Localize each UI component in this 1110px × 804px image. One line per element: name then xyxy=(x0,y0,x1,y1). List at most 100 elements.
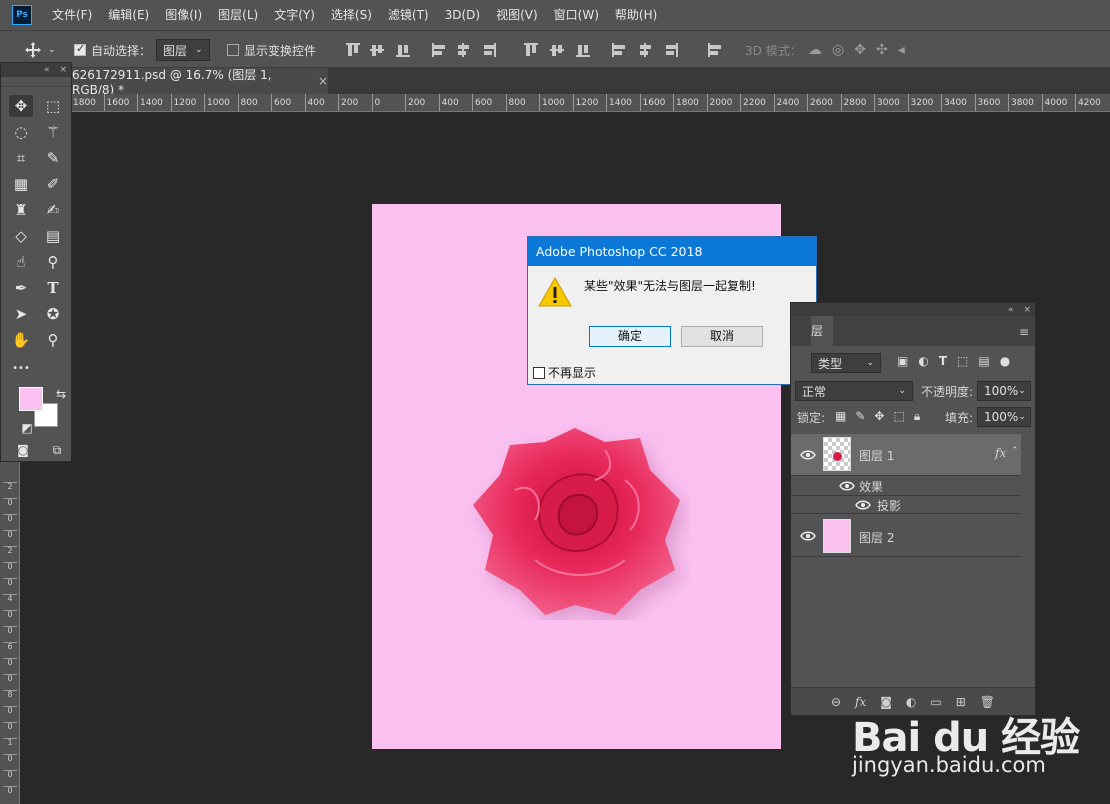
dont-show-again-checkbox[interactable]: 不再显示 xyxy=(533,364,596,381)
eyedropper-tool-icon[interactable]: ✎ xyxy=(41,147,65,169)
menu-item[interactable]: 文件(F) xyxy=(44,0,100,30)
marquee-tool-icon[interactable]: ⬚ xyxy=(41,95,65,117)
move-tool-icon[interactable]: ✥ xyxy=(9,95,33,117)
ok-button[interactable]: 确定 xyxy=(589,326,671,347)
tab-layers[interactable]: 层 xyxy=(811,316,833,346)
lock-image-icon[interactable]: ✎ xyxy=(855,409,865,424)
hand-tool-icon[interactable]: ✋ xyxy=(9,329,33,351)
eye-icon[interactable] xyxy=(800,531,816,541)
history-brush-tool-icon[interactable]: ✍ xyxy=(41,199,65,221)
menu-item[interactable]: 选择(S) xyxy=(323,0,380,30)
menu-item[interactable]: 帮助(H) xyxy=(607,0,665,30)
menu-item[interactable]: 编辑(E) xyxy=(100,0,157,30)
effects-row[interactable]: 效果 xyxy=(791,476,1021,496)
layer-fx-icon[interactable]: fx xyxy=(995,446,1006,460)
pen-tool-icon[interactable]: ✒ xyxy=(9,277,33,299)
document-tab[interactable]: 626172911.psd @ 16.7% (图层 1, RGB/8) * × xyxy=(60,68,328,97)
auto-select-checkbox[interactable]: 自动选择： xyxy=(74,31,151,69)
foreground-color-swatch[interactable] xyxy=(19,387,43,411)
align-top-icon[interactable] xyxy=(346,43,360,57)
align-bottom-icon[interactable] xyxy=(396,43,410,57)
align-hcenter-icon[interactable] xyxy=(456,43,470,57)
3d-pan-icon[interactable]: ✥ xyxy=(854,42,866,58)
fill-value: 100% xyxy=(984,410,1019,424)
warning-dialog: Adobe Photoshop CC 2018 某些"效果"无法与图层一起复制!… xyxy=(527,236,817,385)
close-tab-icon[interactable]: × xyxy=(318,74,328,88)
opacity-input[interactable]: 100% ⌄ xyxy=(977,381,1031,401)
menu-item[interactable]: 文字(Y) xyxy=(266,0,323,30)
auto-select-target-dropdown[interactable]: 图层 ⌄ xyxy=(156,39,210,61)
layer-row[interactable]: 图层 1 fx ⌃ xyxy=(791,434,1021,476)
distribute-top-icon[interactable] xyxy=(524,43,538,57)
magic-wand-tool-icon[interactable]: ⚚ xyxy=(41,121,65,143)
gradient-tool-icon[interactable]: ▤ xyxy=(41,225,65,247)
collapse-effects-icon[interactable]: ⌃ xyxy=(1011,446,1019,456)
menu-item[interactable]: 3D(D) xyxy=(437,0,488,30)
effect-row[interactable]: 投影 xyxy=(791,496,1021,514)
menu-item[interactable]: 视图(V) xyxy=(488,0,546,30)
menu-item[interactable]: 窗口(W) xyxy=(546,0,607,30)
menu-item[interactable]: 滤镜(T) xyxy=(380,0,437,30)
panel-menu-icon[interactable]: ≡ xyxy=(1019,325,1029,339)
collapse-icon[interactable]: « xyxy=(44,65,50,75)
collapse-icon[interactable]: « xyxy=(1008,305,1014,315)
layer-row[interactable]: 图层 2 xyxy=(791,515,1021,557)
blend-mode-dropdown[interactable]: 正常 ⌄ xyxy=(795,381,913,401)
smudge-tool-icon[interactable]: ☝ xyxy=(9,251,33,273)
eye-icon[interactable] xyxy=(855,500,871,510)
distribute-left-icon[interactable] xyxy=(612,43,626,57)
shape-filter-icon[interactable]: ⬚ xyxy=(957,354,968,368)
default-colors-icon[interactable]: ◩ xyxy=(15,417,39,439)
filter-toggle-icon[interactable]: ● xyxy=(1000,354,1010,368)
close-icon[interactable]: × xyxy=(59,65,67,75)
eye-icon[interactable] xyxy=(800,450,816,460)
3d-scale-icon[interactable]: ◂ xyxy=(898,42,905,58)
lock-transparent-icon[interactable]: ▦ xyxy=(835,409,846,424)
align-right-icon[interactable] xyxy=(482,43,496,57)
frame-tool-icon[interactable]: ▦ xyxy=(9,173,33,195)
3d-slide-icon[interactable]: ✣ xyxy=(876,42,888,58)
zoom-tool-icon[interactable]: ⚲ xyxy=(41,329,65,351)
eraser-tool-icon[interactable]: ◇ xyxy=(9,225,33,247)
distribute-bottom-icon[interactable] xyxy=(576,43,590,57)
dodge-tool-icon[interactable]: ⚲ xyxy=(41,251,65,273)
more-tools-icon[interactable]: ••• xyxy=(9,357,33,379)
menu-item[interactable]: 图层(L) xyxy=(210,0,266,30)
shape-tool-icon[interactable]: ✪ xyxy=(41,303,65,325)
distribute-vcenter-icon[interactable] xyxy=(550,43,564,57)
link-layers-icon[interactable]: ⊖ xyxy=(831,695,841,709)
eye-icon[interactable] xyxy=(839,481,855,491)
cancel-button[interactable]: 取消 xyxy=(681,326,763,347)
align-left-icon[interactable] xyxy=(432,43,446,57)
crop-tool-icon[interactable]: ⌗ xyxy=(9,147,33,169)
stamp-tool-icon[interactable]: ♜ xyxy=(9,199,33,221)
close-icon[interactable]: × xyxy=(1023,305,1031,315)
3d-roll-icon[interactable]: ◎ xyxy=(832,42,844,58)
type-filter-icon[interactable]: T xyxy=(939,354,947,368)
show-transform-controls-checkbox[interactable]: 显示变换控件 xyxy=(227,31,316,69)
align-vcenter-icon[interactable] xyxy=(370,43,384,57)
fill-input[interactable]: 100% ⌄ xyxy=(977,407,1031,427)
ruler-tick: 3600 xyxy=(974,94,1000,111)
smart-object-filter-icon[interactable]: ▤ xyxy=(978,354,989,368)
adjustment-filter-icon[interactable]: ◐ xyxy=(918,354,928,368)
type-tool-icon[interactable]: T xyxy=(41,277,65,299)
layer-filter-dropdown[interactable]: 类型 ⌄ xyxy=(811,353,881,373)
brush-tool-icon[interactable]: ✐ xyxy=(41,173,65,195)
distribute-right-icon[interactable] xyxy=(664,43,678,57)
menu-item[interactable]: 图像(I) xyxy=(157,0,210,30)
lock-all-icon[interactable]: 🔒︎ xyxy=(914,409,920,424)
pixel-filter-icon[interactable]: ▣ xyxy=(897,354,908,368)
3d-orbit-icon[interactable]: ☁ xyxy=(808,42,822,58)
ruler-tick: 0 xyxy=(3,514,17,523)
quick-mask-icon[interactable]: ◙ xyxy=(11,439,35,461)
distribute-hcenter-icon[interactable] xyxy=(638,43,652,57)
swap-colors-icon[interactable]: ⇆ xyxy=(49,383,73,405)
auto-align-icon[interactable] xyxy=(708,43,722,57)
screen-mode-icon[interactable]: ⧉ xyxy=(45,439,69,461)
lasso-tool-icon[interactable]: ◌ xyxy=(9,121,33,143)
path-select-tool-icon[interactable]: ➤ xyxy=(9,303,33,325)
lock-artboard-icon[interactable]: ⬚ xyxy=(893,409,904,424)
warning-icon xyxy=(538,276,572,307)
lock-position-icon[interactable]: ✥ xyxy=(874,409,884,424)
